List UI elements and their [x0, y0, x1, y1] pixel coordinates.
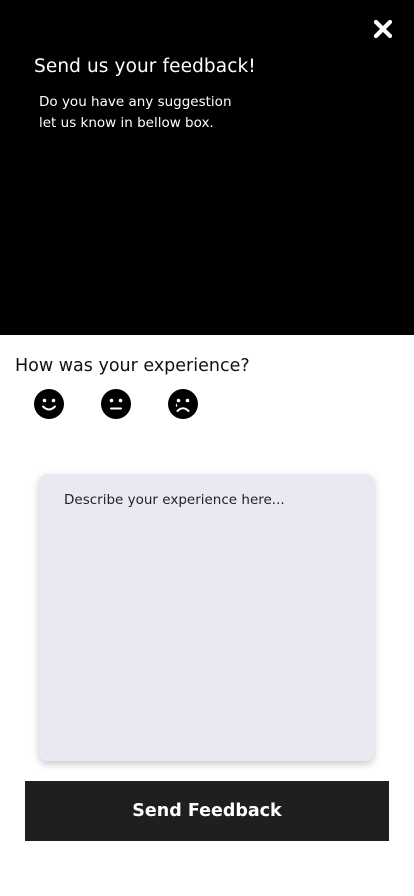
close-button[interactable]: [369, 15, 397, 43]
happy-rating-button[interactable]: [34, 389, 64, 419]
experience-question: How was your experience?: [15, 356, 250, 376]
neutral-face-icon[interactable]: [101, 389, 131, 419]
happy-face-icon[interactable]: [34, 389, 64, 419]
feedback-header: Send us your feedback! Do you have any s…: [0, 0, 414, 335]
page-subtitle: Do you have any suggestion let us know i…: [39, 92, 279, 134]
feedback-input[interactable]: [39, 474, 374, 761]
sad-rating-button[interactable]: [168, 389, 198, 419]
send-feedback-button[interactable]: Send Feedback: [25, 781, 389, 841]
close-icon[interactable]: [373, 19, 393, 39]
neutral-rating-button[interactable]: [101, 389, 131, 419]
page-title: Send us your feedback!: [34, 56, 256, 77]
sad-face-icon[interactable]: [168, 389, 198, 419]
subtitle-line-1: Do you have any suggestion: [39, 94, 232, 110]
subtitle-line-2: let us know in bellow box.: [39, 115, 214, 131]
